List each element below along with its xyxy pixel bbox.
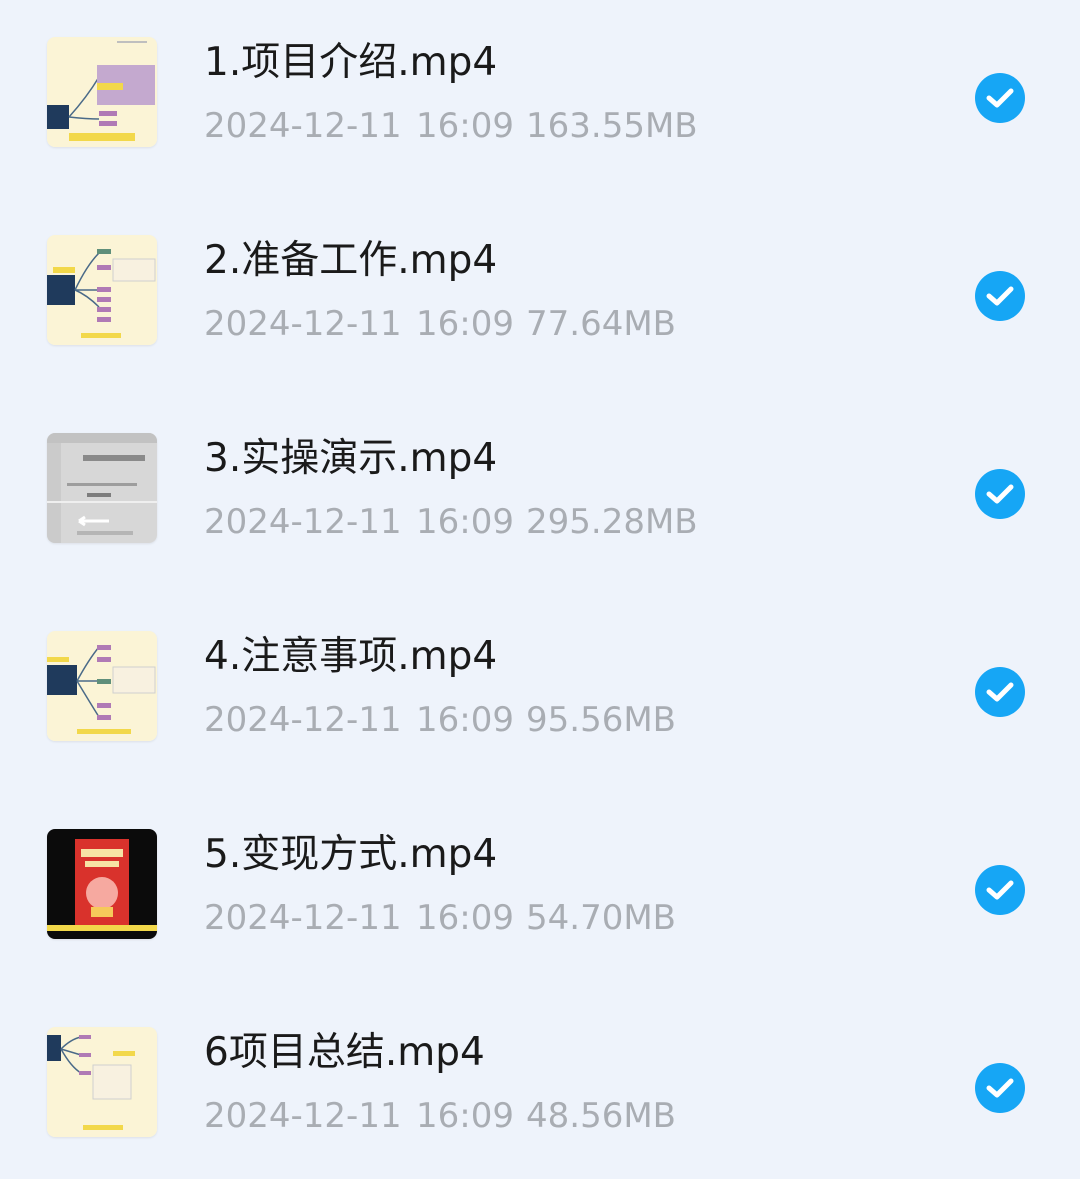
- video-thumbnail: [47, 829, 157, 939]
- file-name: 6项目总结.mp4: [204, 1030, 485, 1075]
- file-date: 2024-12-11: [204, 898, 402, 938]
- video-thumbnail: [47, 37, 157, 147]
- file-size: 163.55MB: [526, 106, 698, 146]
- file-name: 1.项目介绍.mp4: [204, 40, 498, 85]
- file-date: 2024-12-11: [204, 502, 402, 542]
- file-date: 2024-12-11: [204, 1096, 402, 1136]
- file-date: 2024-12-11: [204, 304, 402, 344]
- check-circle-icon[interactable]: [975, 1063, 1025, 1113]
- file-time: 16:09: [416, 502, 514, 542]
- file-time: 16:09: [416, 304, 514, 344]
- file-row[interactable]: 6项目总结.mp4 2024-12-11 16:09 48.56MB: [0, 990, 1080, 1179]
- file-meta: 2024-12-11 16:09 295.28MB: [204, 500, 698, 544]
- file-meta: 2024-12-11 16:09 95.56MB: [204, 698, 676, 742]
- check-circle-icon[interactable]: [975, 667, 1025, 717]
- file-time: 16:09: [416, 1096, 514, 1136]
- file-meta: 2024-12-11 16:09 54.70MB: [204, 896, 676, 940]
- file-name: 3.实操演示.mp4: [204, 436, 498, 481]
- check-circle-icon[interactable]: [975, 469, 1025, 519]
- file-meta: 2024-12-11 16:09 163.55MB: [204, 104, 698, 148]
- file-size: 54.70MB: [526, 898, 676, 938]
- file-meta: 2024-12-11 16:09 48.56MB: [204, 1094, 676, 1138]
- file-size: 295.28MB: [526, 502, 698, 542]
- check-circle-icon[interactable]: [975, 865, 1025, 915]
- file-row[interactable]: 5.变现方式.mp4 2024-12-11 16:09 54.70MB: [0, 792, 1080, 990]
- file-row[interactable]: 3.实操演示.mp4 2024-12-11 16:09 295.28MB: [0, 396, 1080, 594]
- file-meta: 2024-12-11 16:09 77.64MB: [204, 302, 676, 346]
- file-date: 2024-12-11: [204, 700, 402, 740]
- video-thumbnail: [47, 235, 157, 345]
- file-list: 1.项目介绍.mp4 2024-12-11 16:09 163.55MB 2.准…: [0, 0, 1080, 1179]
- file-row[interactable]: 1.项目介绍.mp4 2024-12-11 16:09 163.55MB: [0, 0, 1080, 198]
- file-name: 4.注意事项.mp4: [204, 634, 498, 679]
- check-circle-icon[interactable]: [975, 271, 1025, 321]
- video-thumbnail: [47, 433, 157, 543]
- file-row[interactable]: 2.准备工作.mp4 2024-12-11 16:09 77.64MB: [0, 198, 1080, 396]
- file-time: 16:09: [416, 898, 514, 938]
- file-size: 77.64MB: [526, 304, 676, 344]
- file-name: 5.变现方式.mp4: [204, 832, 498, 877]
- video-thumbnail: [47, 631, 157, 741]
- file-row[interactable]: 4.注意事项.mp4 2024-12-11 16:09 95.56MB: [0, 594, 1080, 792]
- file-size: 48.56MB: [526, 1096, 676, 1136]
- file-time: 16:09: [416, 700, 514, 740]
- file-date: 2024-12-11: [204, 106, 402, 146]
- video-thumbnail: [47, 1027, 157, 1137]
- file-size: 95.56MB: [526, 700, 676, 740]
- check-circle-icon[interactable]: [975, 73, 1025, 123]
- file-time: 16:09: [416, 106, 514, 146]
- file-name: 2.准备工作.mp4: [204, 238, 498, 283]
